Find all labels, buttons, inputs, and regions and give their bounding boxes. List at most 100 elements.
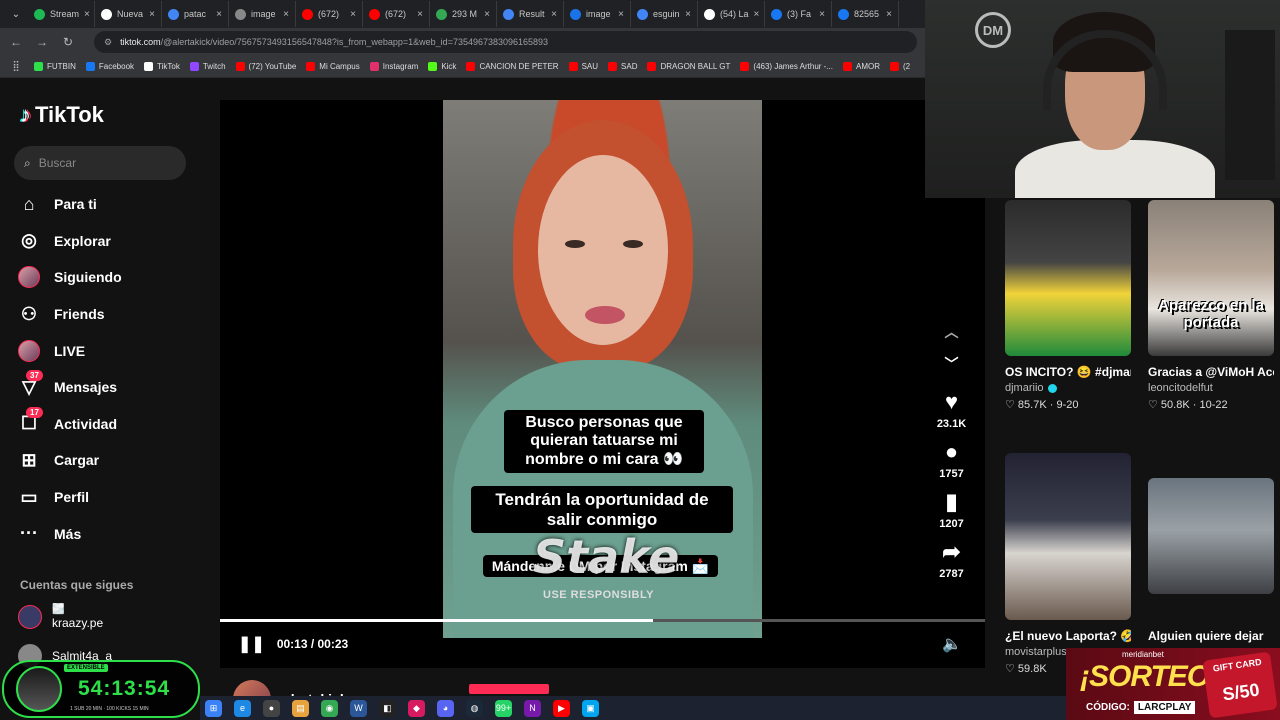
close-icon[interactable]: ×: [149, 9, 155, 20]
close-icon[interactable]: ×: [618, 9, 624, 20]
bookmark-item[interactable]: Instagram: [369, 62, 418, 71]
sidebar-item-explorar[interactable]: ◎ Explorar: [18, 223, 208, 260]
comment-button[interactable]: ● 1757: [929, 438, 974, 480]
tab-search-icon[interactable]: ⌄: [4, 9, 28, 20]
like-button[interactable]: ♥ 23.1K: [929, 388, 974, 430]
steam-icon[interactable]: ◍: [466, 699, 483, 717]
video-thumbnail[interactable]: [1148, 478, 1274, 594]
browser-tab[interactable]: (672) ×: [363, 1, 430, 27]
bookmark-item[interactable]: DRAGON BALL GT: [647, 62, 730, 71]
onenote-icon[interactable]: N: [524, 699, 541, 717]
app-icon[interactable]: ◆: [408, 699, 425, 717]
browser-tab[interactable]: patac ×: [162, 1, 229, 27]
recommended-video-card[interactable]: Alguien quiere dejar: [1148, 478, 1274, 645]
recommended-video-title[interactable]: OS INCITO? 😆 #djmariio #eafc26: [1005, 363, 1131, 381]
sidebar-item-cargar[interactable]: ⊞ Cargar: [18, 442, 208, 479]
sidebar-item-mensajes[interactable]: ▽ 37 Mensajes: [18, 369, 208, 406]
sidebar-item-live[interactable]: LIVE: [18, 332, 208, 369]
browser-tab[interactable]: esguin ×: [631, 1, 698, 27]
bookmark-item[interactable]: FUTBIN: [34, 62, 76, 71]
windows-icon[interactable]: ⊞: [205, 699, 222, 717]
bookmark-item[interactable]: SAD: [608, 62, 637, 71]
bookmark-item[interactable]: (463) James Arthur -...: [740, 62, 833, 71]
tiktok-logo[interactable]: ♪ TikTok: [20, 102, 104, 128]
video-thumbnail[interactable]: Aparezco en la portada: [1148, 200, 1274, 356]
edge-icon[interactable]: e: [234, 699, 251, 717]
follow-button[interactable]: [469, 684, 549, 694]
sidebar-item-actividad[interactable]: ☐ 17 Actividad: [18, 406, 208, 443]
word-icon[interactable]: W: [350, 699, 367, 717]
whatsapp-icon[interactable]: 99+: [495, 699, 512, 717]
following-item[interactable]: 🌫️ kraazy.pe: [18, 604, 103, 630]
close-icon[interactable]: ×: [216, 9, 222, 20]
video-thumbnail[interactable]: [1005, 453, 1131, 620]
sidebar-item-siguiendo[interactable]: Siguiendo: [18, 259, 208, 296]
youtube-icon[interactable]: ▶: [553, 699, 570, 717]
share-button[interactable]: ➦ 2787: [929, 538, 974, 580]
close-icon[interactable]: ×: [417, 9, 423, 20]
site-info-icon[interactable]: ⚙: [104, 37, 112, 48]
back-icon[interactable]: ←: [8, 35, 24, 49]
browser-tab[interactable]: Stream ×: [28, 1, 95, 27]
notes-icon[interactable]: ▣: [582, 699, 599, 717]
previous-video-icon[interactable]: ︿: [929, 316, 974, 348]
close-icon[interactable]: ×: [350, 9, 356, 20]
reload-icon[interactable]: ↻: [60, 35, 76, 49]
bookmark-item[interactable]: Twitch: [189, 62, 226, 71]
video-player[interactable]: Busco personas que quieran tatuarse mi n…: [220, 100, 985, 668]
capcut-icon[interactable]: ◧: [379, 699, 396, 717]
browser-tab[interactable]: (3) Fa ×: [765, 1, 832, 27]
recommended-video-title[interactable]: Alguien quiere dejar: [1148, 627, 1274, 645]
bookmark-item[interactable]: TikTok: [144, 62, 180, 71]
sidebar-item-friends[interactable]: ⚇ Friends: [18, 296, 208, 333]
recommended-video-card[interactable]: Aparezco en la portada Gracias a @ViMoH …: [1148, 200, 1274, 411]
browser-tab[interactable]: (672) ×: [296, 1, 363, 27]
bookmark-item[interactable]: SAU: [568, 62, 598, 71]
close-icon[interactable]: ×: [551, 9, 557, 20]
sidebar-item-m-s[interactable]: ··· Más: [18, 515, 208, 552]
volume-icon[interactable]: 🔈: [942, 634, 962, 654]
search-input[interactable]: ⌕ Buscar: [14, 146, 186, 180]
pause-icon[interactable]: ❚❚: [238, 634, 265, 654]
bookmark-item[interactable]: AMOR: [843, 62, 880, 71]
sidebar-item-para-ti[interactable]: ⌂ Para ti: [18, 186, 208, 223]
url-field[interactable]: ⚙ tiktok.com/@alertakick/video/756757349…: [94, 31, 917, 53]
forward-icon[interactable]: →: [34, 35, 50, 49]
discord-icon[interactable]: ◕: [437, 699, 454, 717]
bookmark-item[interactable]: CANCION DE PETER: [466, 62, 559, 71]
close-icon[interactable]: ×: [754, 9, 760, 20]
browser-tab[interactable]: 82565 ×: [832, 1, 899, 27]
file-explorer-icon[interactable]: ▤: [292, 699, 309, 717]
bookmark-item[interactable]: Facebook: [85, 62, 134, 71]
close-icon[interactable]: ×: [283, 9, 289, 20]
next-video-icon[interactable]: ﹀: [929, 348, 974, 380]
chrome-icon[interactable]: ◉: [321, 699, 338, 717]
bookmark-item[interactable]: (2: [890, 62, 910, 71]
browser-tab[interactable]: Result ×: [497, 1, 564, 27]
bookmark-item[interactable]: (72) YouTube: [235, 62, 296, 71]
browser-tab[interactable]: image ×: [564, 1, 631, 27]
browser-tab[interactable]: 293 M ×: [430, 1, 497, 27]
recommended-video-card[interactable]: ¿El nuevo Laporta? 🤣 #ElDíal movistarplu…: [1005, 453, 1131, 675]
apps-icon[interactable]: ⣿: [8, 61, 24, 72]
browser-tab[interactable]: (54) La ×: [698, 1, 765, 27]
save-button[interactable]: ▮ 1207: [929, 488, 974, 530]
sidebar-item-perfil[interactable]: ▭ Perfil: [18, 479, 208, 516]
bookmark-item[interactable]: Mi Campus: [306, 62, 360, 71]
close-icon[interactable]: ×: [84, 9, 90, 20]
recommended-video-author[interactable]: djmariio: [1005, 382, 1131, 394]
browser-tab[interactable]: image ×: [229, 1, 296, 27]
video-thumbnail[interactable]: [1005, 200, 1131, 356]
browser-tab[interactable]: Nueva ×: [95, 1, 162, 27]
recommended-video-title[interactable]: Gracias a @ViMoH Access por estas...: [1148, 363, 1274, 381]
recommended-video-author[interactable]: leoncitodelfut: [1148, 382, 1274, 394]
close-icon[interactable]: ×: [685, 9, 691, 20]
recommended-video-title[interactable]: ¿El nuevo Laporta? 🤣 #ElDíal: [1005, 627, 1131, 645]
close-icon[interactable]: ×: [484, 9, 490, 20]
obs-icon[interactable]: ●: [263, 699, 280, 717]
close-icon[interactable]: ×: [886, 9, 892, 20]
video-progress-bar[interactable]: [220, 619, 985, 622]
bookmark-item[interactable]: Kick: [428, 62, 456, 71]
recommended-video-card[interactable]: OS INCITO? 😆 #djmariio #eafc26 djmariio …: [1005, 200, 1131, 411]
video-frame[interactable]: Busco personas que quieran tatuarse mi n…: [443, 100, 762, 638]
